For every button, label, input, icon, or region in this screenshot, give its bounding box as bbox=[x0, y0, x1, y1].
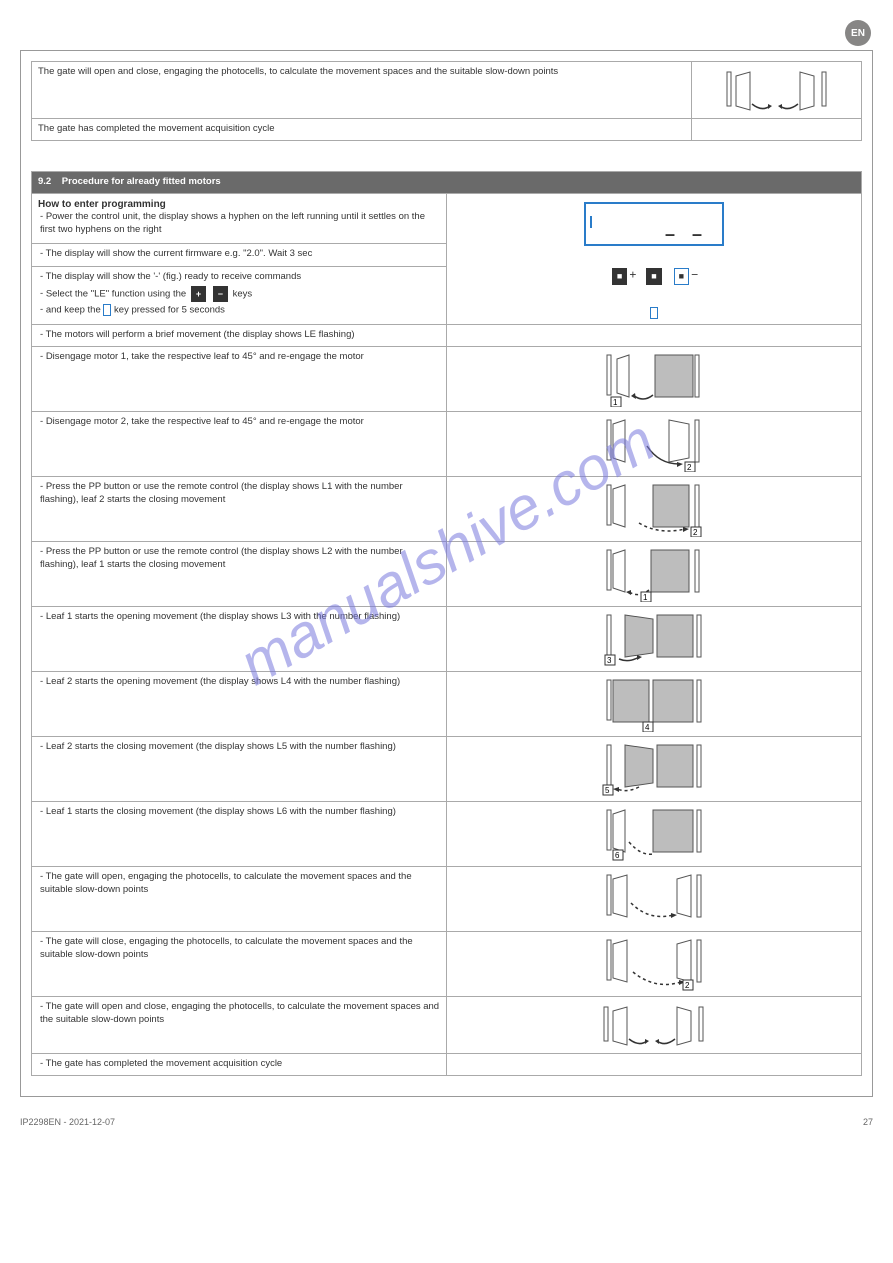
plus-label: + bbox=[629, 268, 636, 282]
row12-icon bbox=[447, 866, 862, 931]
top-row2-text: The gate has completed the movement acqu… bbox=[32, 119, 692, 141]
svg-text:1: 1 bbox=[643, 593, 648, 602]
row7: Press the PP button or use the remote co… bbox=[32, 541, 447, 606]
minus-label: − bbox=[691, 268, 698, 282]
enter-key-icon bbox=[650, 307, 658, 319]
svg-text:5: 5 bbox=[605, 786, 610, 795]
row7-icon: 1 bbox=[447, 541, 862, 606]
row5: Disengage motor 2, take the respective l… bbox=[32, 411, 447, 476]
top-row2-empty bbox=[692, 119, 862, 141]
svg-text:6: 6 bbox=[615, 851, 620, 860]
row14-icon bbox=[447, 996, 862, 1053]
section-table: 9.2 Procedure for already fitted motors … bbox=[31, 171, 862, 1076]
section-header: 9.2 Procedure for already fitted motors bbox=[32, 171, 862, 193]
row13-icon: 2 bbox=[447, 931, 862, 996]
svg-text:3: 3 bbox=[607, 656, 612, 665]
row-select-le-l2: Select the "LE" function using the + − k… bbox=[40, 284, 440, 304]
row13: The gate will close, engaging the photoc… bbox=[32, 931, 447, 996]
row15-empty bbox=[447, 1053, 862, 1075]
top-table: The gate will open and close, engaging t… bbox=[31, 61, 862, 141]
row15: The gate has completed the movement acqu… bbox=[32, 1053, 447, 1075]
row8: Leaf 1 starts the opening movement (the … bbox=[32, 606, 447, 671]
row4-icon: 1 bbox=[447, 346, 862, 411]
svg-text:2: 2 bbox=[685, 981, 690, 990]
plus-key-inline: + bbox=[191, 286, 206, 302]
row6-icon: 2 bbox=[447, 476, 862, 541]
row-select-le: The display will show the '-' (fig.) rea… bbox=[32, 266, 447, 324]
minus2-button-icon: ■ bbox=[674, 268, 689, 284]
language-badge: EN bbox=[845, 20, 871, 46]
footer-code: IP2298EN - 2021-12-07 bbox=[20, 1117, 115, 1127]
top-row1-icon bbox=[692, 62, 862, 119]
row4: Disengage motor 1, take the respective l… bbox=[32, 346, 447, 411]
row3-icon bbox=[447, 324, 862, 346]
row-firmware: The display will show the current firmwa… bbox=[32, 244, 447, 267]
row11-icon: 6 bbox=[447, 801, 862, 866]
row9: Leaf 2 starts the opening movement (the … bbox=[32, 671, 447, 736]
row6: Press the PP button or use the remote co… bbox=[32, 476, 447, 541]
row-select-le-l1: The display will show the '-' (fig.) rea… bbox=[40, 271, 440, 284]
section-title: Procedure for already fitted motors bbox=[62, 176, 221, 187]
enter-key-inline bbox=[103, 304, 111, 316]
row8-icon: 3 bbox=[447, 606, 862, 671]
top-row1-text: The gate will open and close, engaging t… bbox=[32, 62, 692, 119]
minus-key-inline: − bbox=[213, 286, 228, 302]
row3: The motors will perform a brief movement… bbox=[32, 324, 447, 346]
row10-icon: 5 bbox=[447, 736, 862, 801]
svg-text:4: 4 bbox=[645, 723, 650, 732]
row10: Leaf 2 starts the closing movement (the … bbox=[32, 736, 447, 801]
page-footer: IP2298EN - 2021-12-07 27 bbox=[20, 1117, 873, 1127]
display-panel: – – ■+ ■ ■− bbox=[447, 193, 862, 324]
page-frame: manualshive.com The gate will open and c… bbox=[20, 50, 873, 1097]
row-firmware-text: The display will show the current firmwa… bbox=[40, 248, 440, 261]
row9-icon: 4 bbox=[447, 671, 862, 736]
section-number: 9.2 bbox=[38, 176, 51, 187]
svg-text:1: 1 bbox=[613, 398, 618, 407]
enter-prog-title: How to enter programming bbox=[38, 198, 440, 212]
row-select-le-l3: and keep the key pressed for 5 seconds bbox=[40, 304, 440, 317]
plus-button-icon: ■ bbox=[612, 268, 627, 284]
svg-text:2: 2 bbox=[687, 463, 692, 472]
enter-prog-step1: Power the control unit, the display show… bbox=[40, 211, 440, 237]
row5-icon: 2 bbox=[447, 411, 862, 476]
enter-prog-title-cell: How to enter programming Power the contr… bbox=[32, 193, 447, 243]
svg-text:2: 2 bbox=[693, 528, 698, 537]
row14: The gate will open and close, engaging t… bbox=[32, 996, 447, 1053]
row11: Leaf 1 starts the closing movement (the … bbox=[32, 801, 447, 866]
display-icon: – – bbox=[584, 202, 724, 246]
page-number: 27 bbox=[863, 1117, 873, 1127]
minus1-button-icon: ■ bbox=[646, 268, 661, 284]
row12: The gate will open, engaging the photoce… bbox=[32, 866, 447, 931]
